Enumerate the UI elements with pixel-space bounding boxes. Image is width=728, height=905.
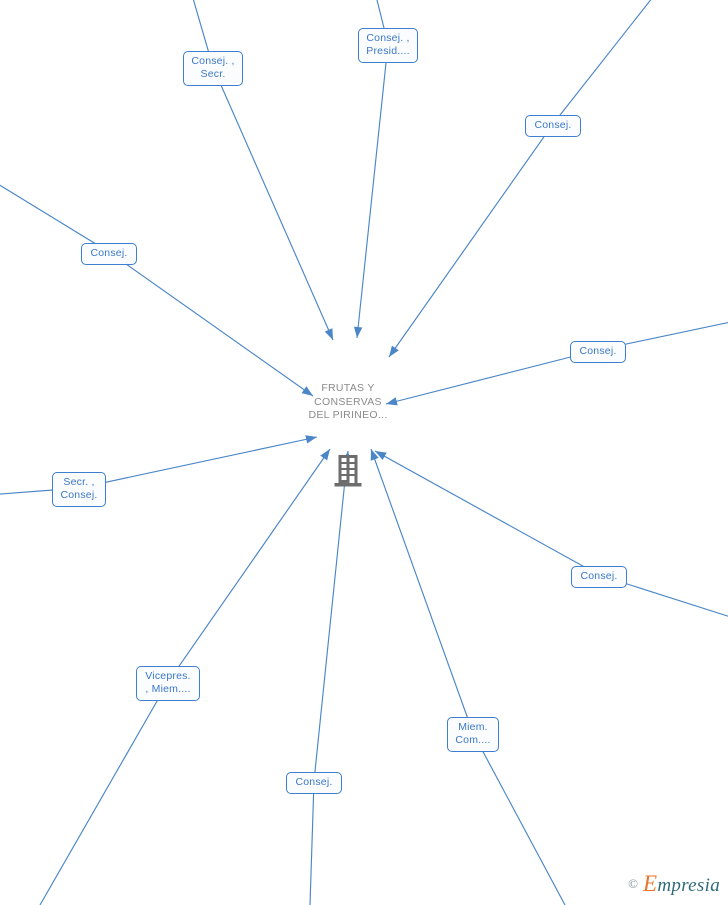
node-consej-lower-right[interactable]: Consej. <box>571 565 627 588</box>
center-node[interactable]: FRUTAS Y CONSERVAS DEL PIRINEO... <box>288 355 408 501</box>
node-consej-upper-right-label-line-1: Consej. <box>534 118 572 131</box>
node-secr-consej-left-label-line-2: Consej. <box>60 489 98 501</box>
brand-initial: E <box>643 871 658 896</box>
edge-consej-lower-right <box>374 450 728 617</box>
edge-consej-right <box>385 321 728 405</box>
node-consej-upper-left-label-line-1: Consej. <box>90 246 128 259</box>
node-consej-bottom-center[interactable]: Consej. <box>286 771 342 794</box>
node-vicepres-miem[interactable]: Vicepres., Miem.... <box>136 666 200 701</box>
copyright-symbol: © <box>628 876 639 891</box>
node-consej-secr-label-line-1: Consej. , <box>191 55 235 67</box>
node-miem-com[interactable]: Miem. Com.... <box>447 717 499 752</box>
node-miem-com-label-line-2: Com.... <box>455 734 491 746</box>
center-node-label: FRUTAS Y CONSERVAS DEL PIRINEO... <box>308 382 388 421</box>
edge-consej-upper-right <box>388 0 652 358</box>
node-consej-upper-right[interactable]: Consej. <box>525 114 581 137</box>
node-secr-consej-left-label-line-1: Secr. , <box>63 476 95 488</box>
node-consej-right[interactable]: Consej. <box>570 340 626 363</box>
node-vicepres-miem-label-line-1: Vicepres. <box>145 670 191 682</box>
node-miem-com-label-line-1: Miem. <box>458 721 488 733</box>
edge-consej-presid-arrowhead <box>353 326 363 338</box>
edge-consej-bottom-center <box>309 450 349 905</box>
node-consej-presid-label-line-2: Presid.... <box>366 45 410 57</box>
edge-consej-upper-left <box>0 184 314 397</box>
node-consej-lower-right-label-line-1: Consej. <box>580 569 618 582</box>
node-consej-secr[interactable]: Consej. , Secr. <box>183 51 243 86</box>
node-consej-right-label-line-1: Consej. <box>579 344 617 357</box>
brand-name: Empresia <box>643 871 720 897</box>
node-consej-presid-label-line-1: Consej. , <box>366 32 410 44</box>
node-consej-secr-label-line-2: Secr. <box>200 68 226 80</box>
edge-miem-com <box>370 448 566 905</box>
node-vicepres-miem-label-line-2: , Miem.... <box>145 683 191 695</box>
brand-rest: mpresia <box>657 875 720 896</box>
edge-consej-secr-arrowhead <box>324 328 333 340</box>
node-secr-consej-left[interactable]: Secr. , Consej. <box>52 472 106 507</box>
node-consej-presid[interactable]: Consej. , Presid.... <box>358 28 418 63</box>
node-consej-bottom-center-label-line-1: Consej. <box>295 775 333 788</box>
edge-secr-consej-left <box>0 436 318 495</box>
building-icon <box>334 454 362 486</box>
node-consej-upper-left[interactable]: Consej. <box>81 242 137 265</box>
watermark: © Empresia <box>628 871 720 897</box>
